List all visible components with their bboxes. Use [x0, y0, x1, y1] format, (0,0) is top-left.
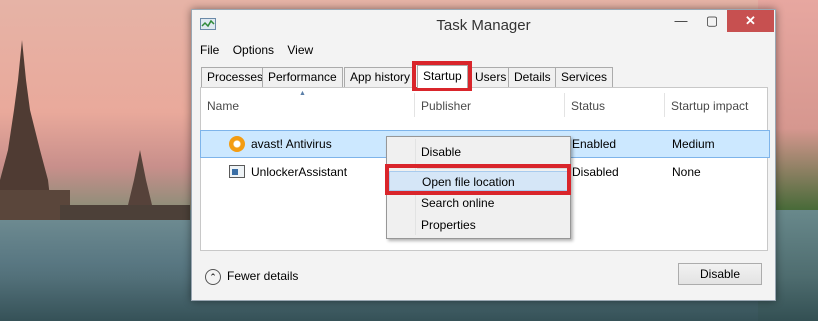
menu-file[interactable]: File — [200, 43, 219, 57]
footer-bar: ⌃ Fewer details Disable — [200, 258, 766, 294]
maximize-button[interactable]: ▢ — [699, 10, 725, 32]
chevron-up-icon: ⌃ — [205, 268, 221, 285]
menu-view[interactable]: View — [287, 43, 313, 57]
fewer-details-toggle[interactable]: ⌃ Fewer details — [205, 267, 298, 285]
column-header-status[interactable]: Status — [565, 88, 661, 118]
tab-details[interactable]: Details — [508, 67, 557, 87]
tab-startup[interactable]: Startup — [417, 65, 468, 88]
context-menu-item-search-online[interactable]: Search online — [389, 193, 568, 213]
close-button[interactable]: ✕ — [727, 10, 774, 32]
menu-bar: File Options View — [200, 43, 323, 61]
fewer-details-label: Fewer details — [227, 269, 299, 283]
disable-button[interactable]: Disable — [678, 263, 762, 285]
column-header-publisher[interactable]: Publisher — [415, 88, 561, 118]
title-bar[interactable]: Task Manager — ▢ ✕ — [192, 10, 775, 42]
tab-app-history[interactable]: App history — [344, 67, 417, 87]
row-name: UnlockerAssistant — [251, 165, 348, 179]
highlight-box-open-file-location — [385, 164, 571, 195]
tab-processes[interactable]: Processes — [201, 67, 270, 87]
tab-performance[interactable]: Performance — [262, 67, 343, 87]
row-startup-impact: Medium — [672, 137, 715, 151]
avast-icon — [229, 136, 245, 152]
row-status: Disabled — [572, 165, 619, 179]
tab-services[interactable]: Services — [555, 67, 614, 87]
tab-users[interactable]: Users — [469, 67, 513, 87]
menu-options[interactable]: Options — [233, 43, 274, 57]
column-header-startup-impact[interactable]: Startup impact — [665, 88, 771, 118]
minimize-button[interactable]: — — [668, 10, 694, 32]
context-menu-item-disable[interactable]: Disable — [389, 142, 568, 162]
context-menu-item-properties[interactable]: Properties — [389, 215, 568, 235]
row-name: avast! Antivirus — [251, 137, 332, 151]
column-header-name[interactable]: Name — [201, 88, 413, 118]
unlocker-icon — [229, 165, 245, 178]
temple-silhouette — [0, 40, 190, 220]
row-startup-impact: None — [672, 165, 701, 179]
row-status: Enabled — [572, 137, 617, 151]
